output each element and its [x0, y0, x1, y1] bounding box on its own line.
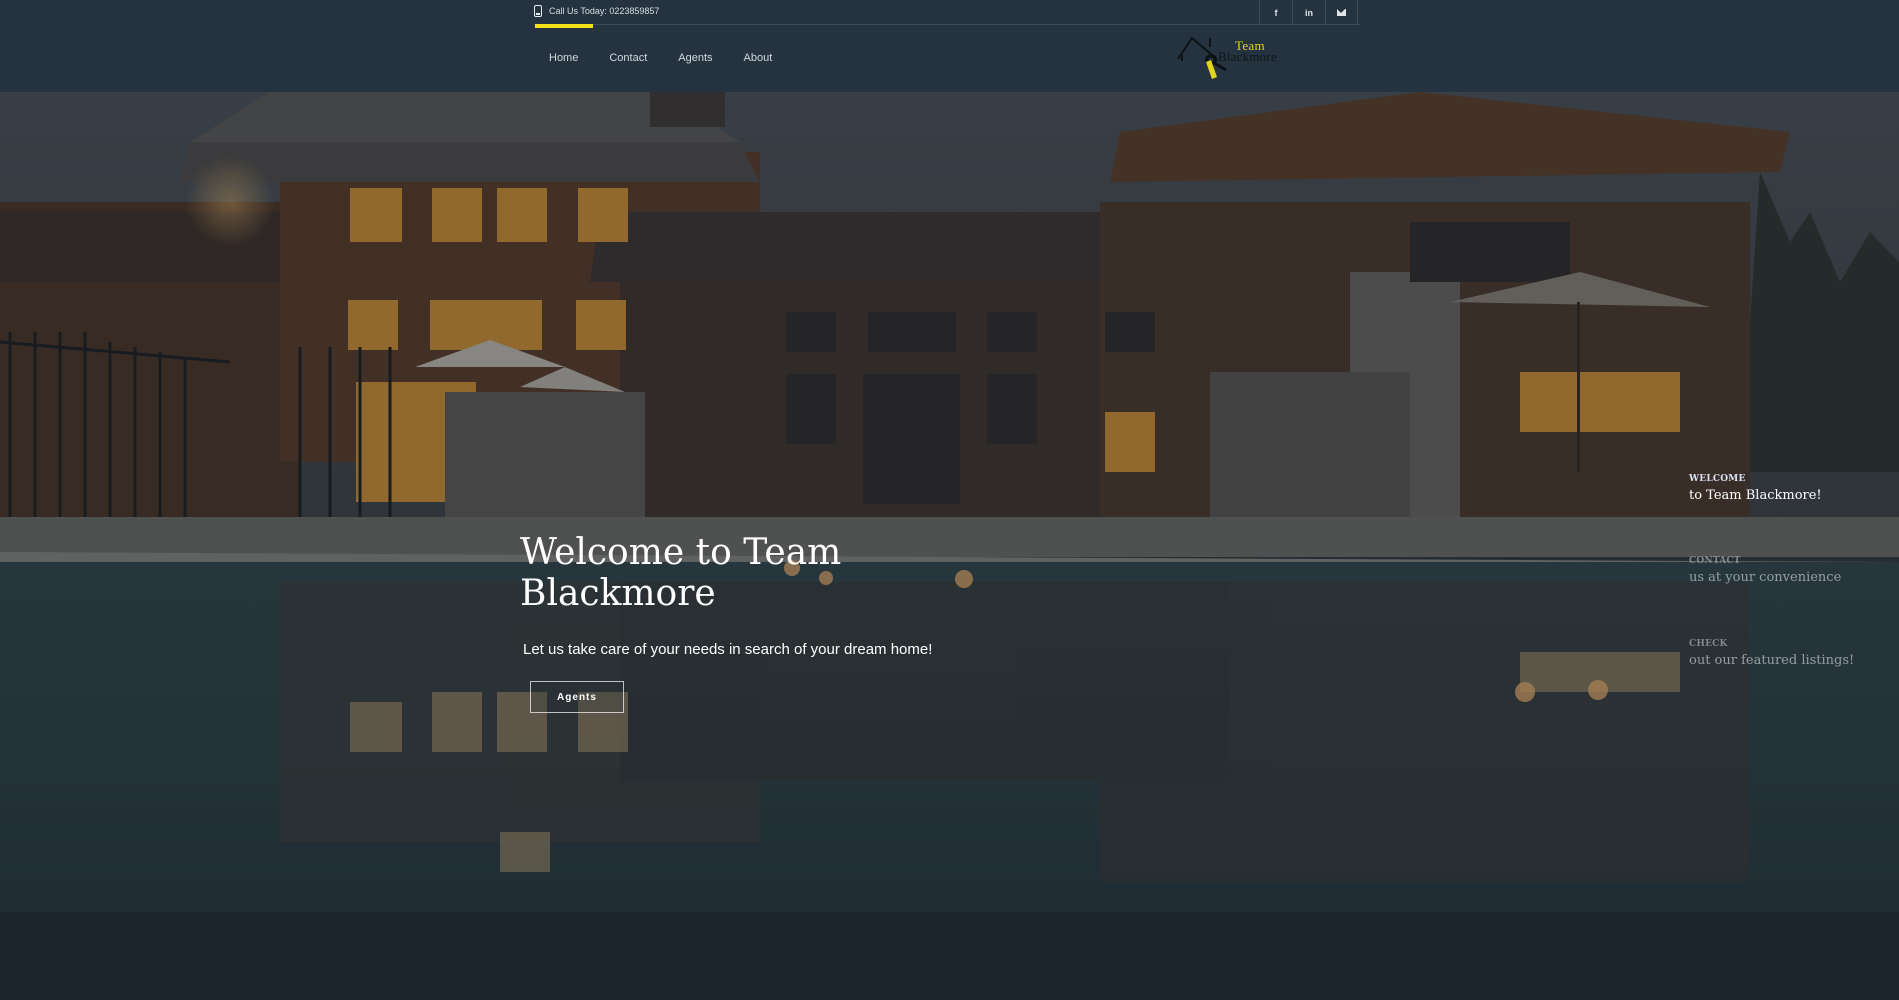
hero-subtitle: Let us take care of your needs in search…: [523, 641, 933, 658]
hero-banner: Welcome to Team Blackmore Let us take ca…: [0, 92, 1899, 1000]
facebook-icon[interactable]: f: [1259, 0, 1292, 25]
nav-about[interactable]: About: [744, 52, 773, 64]
slide-tab-heading: CHECK: [1689, 639, 1728, 649]
slide-tab-heading: WELCOME: [1689, 474, 1746, 484]
hero-dim-overlay: [0, 92, 1899, 1000]
linkedin-icon[interactable]: in: [1292, 0, 1325, 25]
nav-home[interactable]: Home: [549, 52, 578, 64]
nav-contact[interactable]: Contact: [609, 52, 647, 64]
phone-icon: [534, 5, 542, 17]
mail-icon[interactable]: [1325, 0, 1358, 25]
social-links: f in: [1259, 0, 1358, 25]
nav-agents[interactable]: Agents: [678, 52, 712, 64]
main-nav: Home Contact Agents About: [549, 52, 803, 64]
slide-tab-heading: CONTACT: [1689, 556, 1741, 566]
header: Call Us Today: 0223859857 f in Home Cont…: [0, 0, 1899, 92]
phone-info: Call Us Today: 0223859857: [534, 0, 659, 22]
agents-button[interactable]: Agents: [530, 681, 624, 713]
phone-text: Call Us Today: 0223859857: [549, 6, 660, 16]
slide-tab-check[interactable]: CHECK out our featured listings!: [1689, 639, 1854, 668]
hero-title: Welcome to Team Blackmore: [520, 532, 842, 614]
slide-tab-text: to Team Blackmore!: [1689, 488, 1822, 503]
slide-tab-contact[interactable]: CONTACT us at your convenience: [1689, 556, 1841, 585]
slide-tab-text: out our featured listings!: [1689, 653, 1855, 668]
slide-tab-welcome[interactable]: WELCOME to Team Blackmore!: [1689, 474, 1822, 503]
envelope-glyph: [1337, 9, 1346, 16]
site-logo[interactable]: Team Blackmore: [1176, 33, 1298, 83]
phone-underline: [535, 24, 593, 28]
logo-text-blackmore: Blackmore: [1218, 49, 1277, 64]
slide-tab-text: us at your convenience: [1689, 570, 1842, 585]
